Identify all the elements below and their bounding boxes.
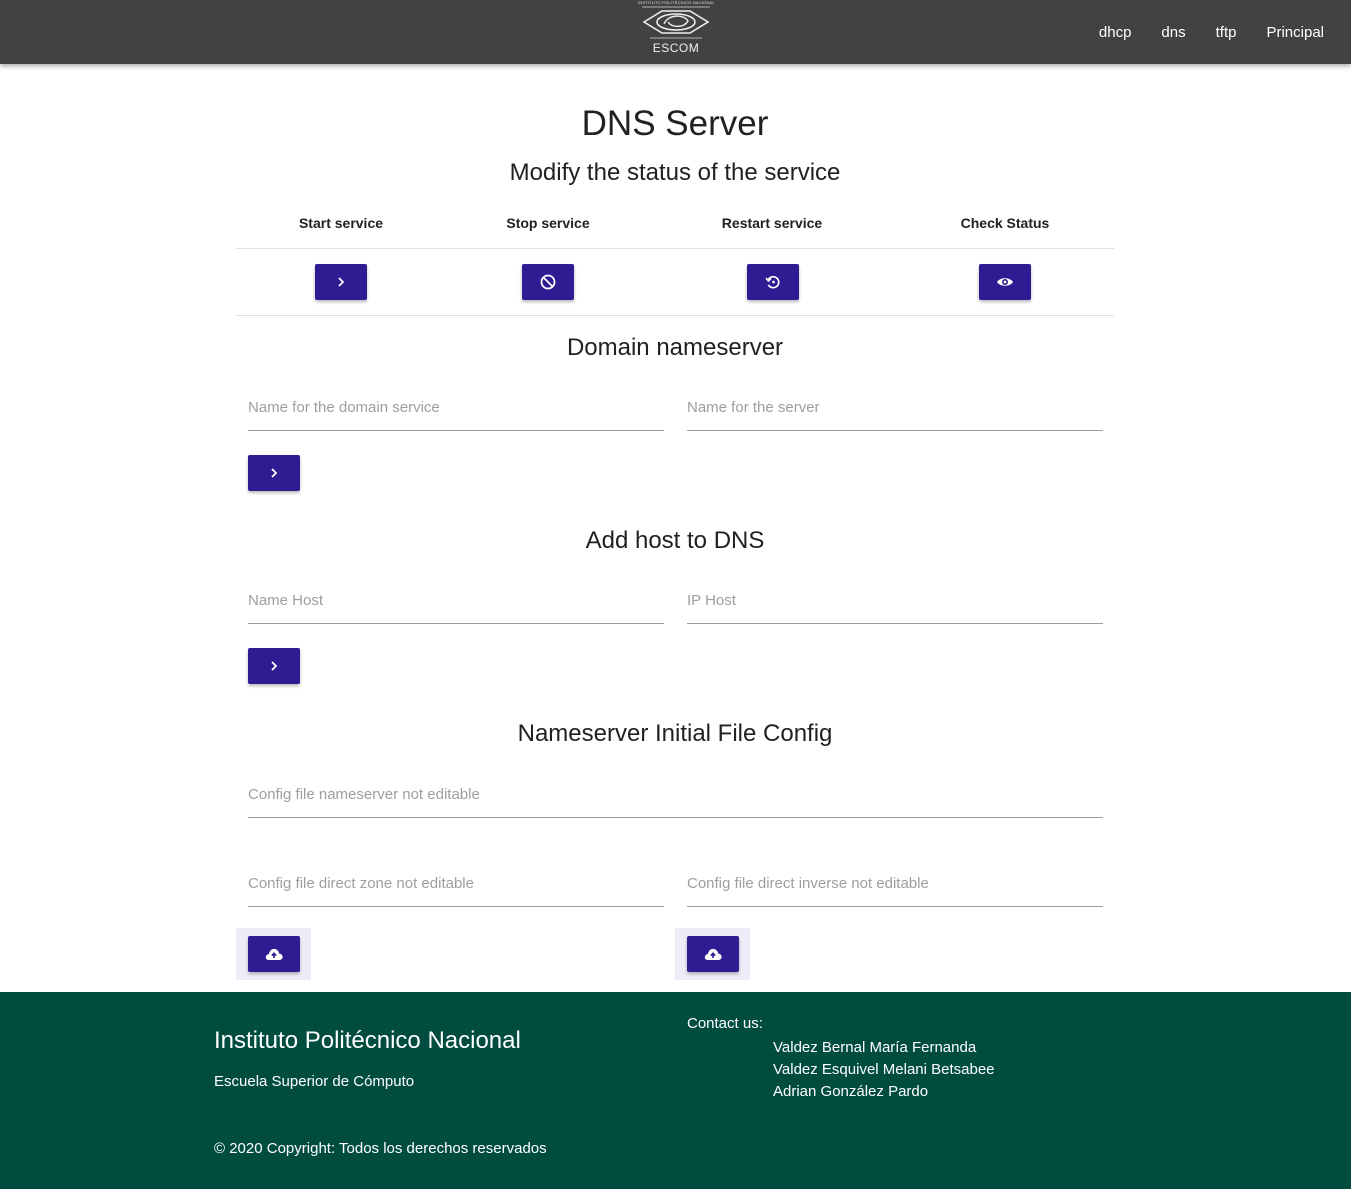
nav-links: dhcp dns tftp Principal — [1084, 0, 1339, 64]
domain-service-input[interactable] — [248, 385, 664, 429]
check-status-header: Check Status — [960, 215, 1050, 231]
config-direct-inverse-field — [687, 861, 1103, 907]
host-section-heading: Add host to DNS — [585, 527, 765, 554]
submit-host-button[interactable] — [248, 648, 300, 684]
chevron-right-icon — [271, 661, 278, 671]
nav-link-tftp[interactable]: tftp — [1201, 24, 1252, 41]
config-direct-inverse-input — [687, 861, 1103, 905]
footer-subtitle: Escuela Superior de Cómputo — [214, 1073, 415, 1090]
upload-direct-inverse-wrapper — [675, 928, 750, 980]
service-table-header: Start service Stop service Restart servi… — [236, 201, 1114, 249]
restart-icon — [765, 275, 780, 289]
footer-contact-item: Valdez Esquivel Melani Betsabee — [773, 1061, 995, 1078]
eye-icon — [997, 278, 1013, 286]
upload-direct-zone-wrapper — [236, 928, 311, 980]
host-ip-input[interactable] — [687, 578, 1103, 622]
start-service-button[interactable] — [315, 264, 367, 300]
logo-text: ESCOM — [652, 41, 700, 55]
check-status-button[interactable] — [979, 264, 1031, 300]
service-table-row — [236, 249, 1114, 316]
config-nameserver-input — [248, 772, 1103, 816]
service-section-heading: Modify the status of the service — [509, 159, 841, 186]
config-section-heading: Nameserver Initial File Config — [517, 720, 833, 747]
navbar: INSTITUTO POLITÉCNICO NACIONAL ESCOM dhc… — [0, 0, 1351, 64]
server-name-field[interactable] — [687, 385, 1103, 431]
host-name-field[interactable] — [248, 578, 664, 624]
escom-logo-emblem — [642, 6, 710, 39]
nav-link-dns[interactable]: dns — [1146, 24, 1200, 41]
restart-service-button[interactable] — [747, 264, 799, 300]
host-ip-field[interactable] — [687, 578, 1103, 624]
nav-link-dhcp[interactable]: dhcp — [1084, 24, 1147, 41]
cloud-upload-icon — [704, 948, 722, 960]
config-direct-zone-input — [248, 861, 664, 905]
footer-contact-label: Contact us: — [687, 1015, 763, 1032]
config-direct-zone-field — [248, 861, 664, 907]
cloud-upload-icon — [265, 948, 283, 960]
footer-copyright: © 2020 Copyright: Todos los derechos res… — [214, 1140, 547, 1157]
escom-logo[interactable]: INSTITUTO POLITÉCNICO NACIONAL ESCOM — [638, 0, 714, 60]
footer-contact-item: Valdez Bernal María Fernanda — [773, 1039, 977, 1056]
restart-service-header: Restart service — [721, 215, 823, 231]
server-name-input[interactable] — [687, 385, 1103, 429]
upload-direct-inverse-button[interactable] — [687, 936, 739, 972]
chevron-right-icon — [338, 277, 345, 287]
chevron-right-icon — [271, 468, 278, 478]
domain-service-field[interactable] — [248, 385, 664, 431]
start-service-header: Start service — [298, 215, 384, 231]
footer: Instituto Politécnico Nacional Escuela S… — [0, 992, 1351, 1189]
footer-contact-item: Adrian González Pardo — [773, 1083, 929, 1100]
stop-service-button[interactable] — [522, 264, 574, 300]
stop-service-header: Stop service — [506, 215, 590, 231]
service-table: Start service Stop service Restart servi… — [236, 201, 1114, 316]
host-name-input[interactable] — [248, 578, 664, 622]
footer-title: Instituto Politécnico Nacional — [214, 1027, 521, 1054]
footer-contact-list: Valdez Bernal María Fernanda Valdez Esqu… — [773, 1037, 995, 1103]
upload-direct-zone-button[interactable] — [248, 936, 300, 972]
config-nameserver-field — [248, 772, 1103, 818]
submit-nameserver-button[interactable] — [248, 455, 300, 491]
nav-link-principal[interactable]: Principal — [1251, 24, 1339, 41]
block-icon — [540, 274, 556, 290]
nameserver-section-heading: Domain nameserver — [566, 334, 784, 361]
page-title: DNS Server — [581, 104, 769, 143]
